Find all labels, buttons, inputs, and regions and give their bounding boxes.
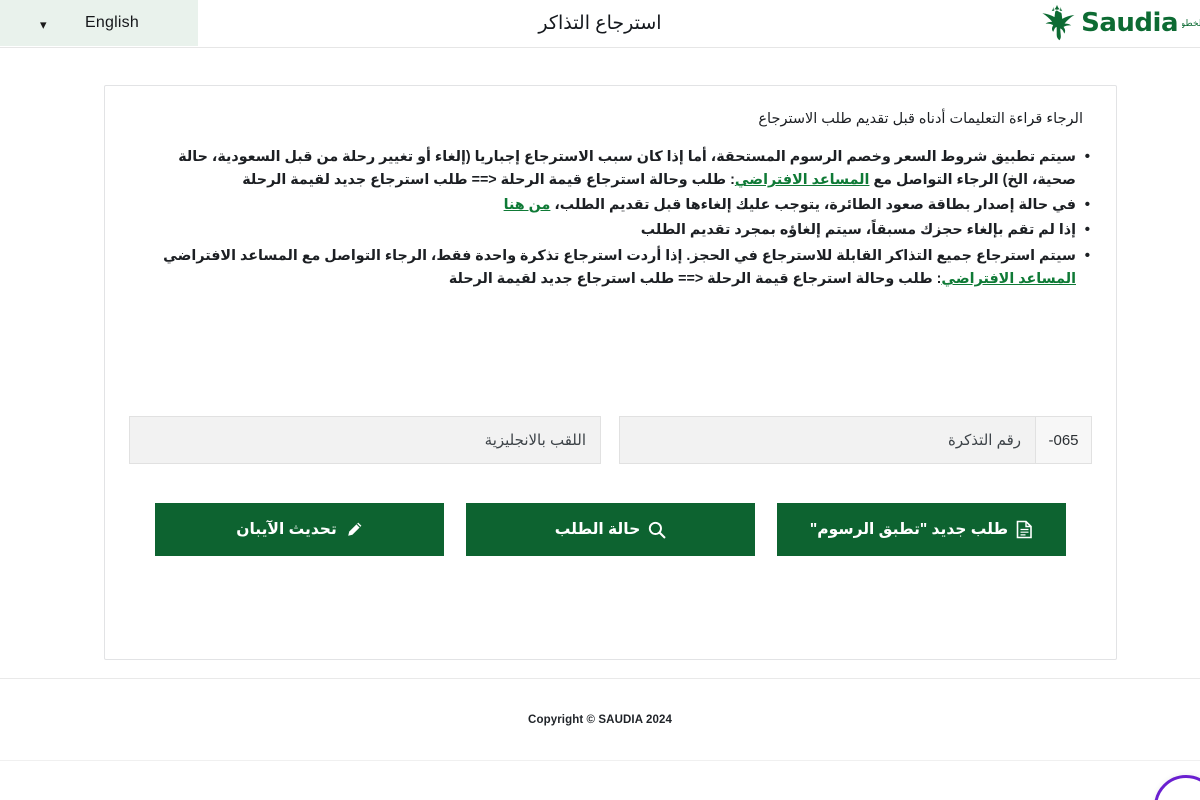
chat-bubble-icon[interactable] xyxy=(1154,775,1200,800)
virtual-assistant-link[interactable]: المساعد الافتراضي xyxy=(735,172,870,188)
search-icon xyxy=(649,521,666,538)
app-footer: Copyright © SAUDIA 2024 xyxy=(0,678,1200,760)
list-item: إذا لم تقم بإلغاء حجزك مسبقاً، سيتم إلغا… xyxy=(129,218,1092,242)
cancel-boarding-pass-link[interactable]: من هنا xyxy=(504,197,551,213)
instructions-title: الرجاء قراءة التعليمات أدناه قبل تقديم ط… xyxy=(758,111,1083,127)
new-request-button-label: طلب جديد "تطبق الرسوم" xyxy=(809,521,1009,538)
ticket-number-prefix: -065 xyxy=(1035,417,1091,463)
request-status-button-label: حالة الطلب xyxy=(554,521,641,538)
brand-wordmark: Saudia xyxy=(1081,8,1178,38)
new-request-button[interactable]: طلب جديد "تطبق الرسوم" xyxy=(777,503,1066,556)
page-root: ▾ English استرجاع التذاكر الخطوط السعودي… xyxy=(0,0,1200,800)
list-item: في حالة إصدار بطاقة صعود الطائرة، يتوجب … xyxy=(129,193,1092,217)
last-name-field[interactable] xyxy=(129,416,601,464)
instructions-list: سيتم تطبيق شروط السعر وخصم الرسوم المستح… xyxy=(129,145,1092,293)
brand-arabic-text: الخطوط السعودية xyxy=(1182,17,1200,28)
document-icon xyxy=(1016,520,1032,539)
refund-form: -065 xyxy=(129,416,1092,464)
update-iban-button[interactable]: تحديث الآيبان xyxy=(155,503,444,556)
list-item: سيتم تطبيق شروط السعر وخصم الرسوم المستح… xyxy=(129,145,1092,192)
ticket-number-input[interactable] xyxy=(620,417,1035,463)
pencil-icon xyxy=(347,522,362,536)
page-title: استرجاع التذاكر xyxy=(538,12,662,34)
bullet-text-before: في حالة إصدار بطاقة صعود الطائرة، يتوجب … xyxy=(550,197,1076,214)
list-item: سيتم استرجاع جميع التذاكر القابلة للاستر… xyxy=(129,244,1092,291)
copyright-text: Copyright © SAUDIA 2024 xyxy=(528,713,672,726)
app-header: ▾ English استرجاع التذاكر الخطوط السعودي… xyxy=(0,0,1200,48)
bullet-text-after: : طلب وحالة استرجاع قيمة الرحلة <== طلب … xyxy=(448,270,942,287)
action-buttons: طلب جديد "تطبق الرسوم" حالة الطلب تحديث … xyxy=(155,503,1066,556)
below-fold-area xyxy=(0,760,1200,800)
last-name-input[interactable] xyxy=(130,417,600,463)
saudia-bird-logo-icon xyxy=(1042,4,1075,41)
bullet-text-before: إذا لم تقم بإلغاء حجزك مسبقاً، سيتم إلغا… xyxy=(640,222,1076,239)
content-area: الرجاء قراءة التعليمات أدناه قبل تقديم ط… xyxy=(0,48,1200,678)
bullet-text-after: : طلب وحالة استرجاع قيمة الرحلة <== طلب … xyxy=(242,172,735,189)
brand-logo-group[interactable]: الخطوط السعودية Saudia xyxy=(1037,0,1200,46)
virtual-assistant-link-2[interactable]: المساعد الافتراضي xyxy=(941,271,1076,287)
refund-request-card: الرجاء قراءة التعليمات أدناه قبل تقديم ط… xyxy=(104,85,1117,660)
request-status-button[interactable]: حالة الطلب xyxy=(466,503,755,556)
ticket-number-field[interactable]: -065 xyxy=(619,416,1092,464)
bullet-text-before: سيتم استرجاع جميع التذاكر القابلة للاستر… xyxy=(163,247,1076,264)
update-iban-button-label: تحديث الآيبان xyxy=(236,521,337,538)
